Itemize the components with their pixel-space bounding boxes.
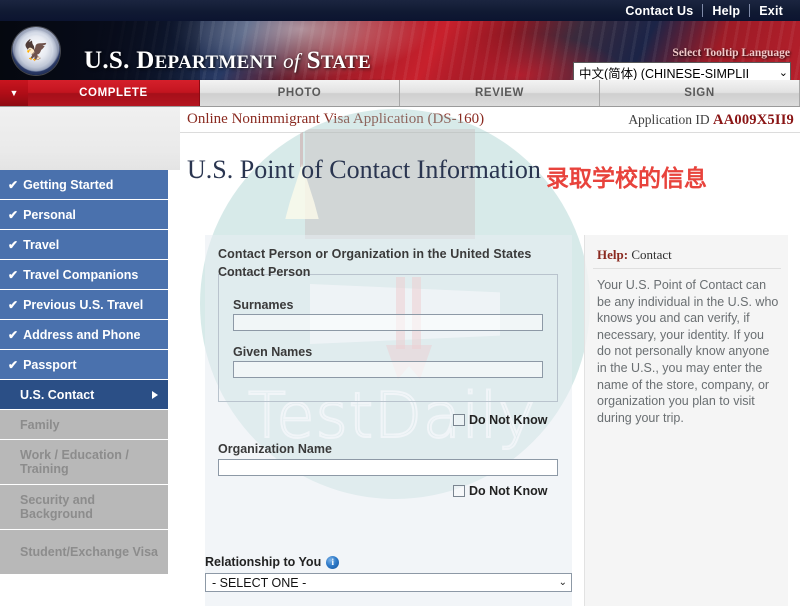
sidebar-top-spacer [0,107,180,170]
contact-form-panel: Contact Person or Organization in the Un… [205,235,572,606]
contact-person-legend: Contact Person [218,265,311,279]
sidebar-item-label: Getting Started [23,177,114,192]
sidebar-item-travel-companions[interactable]: ✔ Travel Companions [0,260,168,289]
sidebar-item-label: Travel [23,237,60,252]
check-icon: ✔ [8,297,19,312]
sidebar-item-us-contact[interactable]: U.S. Contact [0,380,168,409]
sidebar-item-label: Security and Background [20,493,96,521]
given-names-input[interactable] [233,361,543,378]
application-id: Application ID AA009X5II9 [628,112,794,129]
do-not-know-org-label: Do Not Know [469,484,548,498]
language-selector-label: Select Tooltip Language [672,47,790,59]
organization-name-label: Organization Name [218,442,332,456]
progress-tabbar: ▼ COMPLETE PHOTO REVIEW SIGN [0,80,800,107]
contact-person-fieldset [218,274,558,402]
help-title-topic: Contact [631,247,672,262]
section-title: Contact Person or Organization in the Un… [218,247,532,261]
sidebar-item-student-exchange-visa[interactable]: Student/Exchange Visa [0,530,168,574]
help-divider [593,268,781,269]
do-not-know-person-label: Do Not Know [469,413,548,427]
check-icon: ✔ [8,267,19,282]
ds160-application-page: Contact Us Help Exit 🦅 U.S. DEPARTMENT o… [0,0,800,606]
application-title: Online Nonimmigrant Visa Application (DS… [187,111,485,127]
language-select-value: 中文(简体) (CHINESE-SIMPLII [579,66,750,81]
tab-complete[interactable]: COMPLETE [28,80,200,106]
check-icon: ✔ [8,357,19,372]
sidebar-item-previous-us-travel[interactable]: ✔ Previous U.S. Travel [0,290,168,319]
application-header: Online Nonimmigrant Visa Application (DS… [180,107,800,133]
relationship-label: Relationship to You i [205,555,340,569]
sidebar-item-label: Personal [23,207,76,222]
check-icon: ✔ [8,177,19,192]
given-names-label: Given Names [233,345,313,359]
tab-photo[interactable]: PHOTO [200,80,400,106]
check-icon: ✔ [8,327,19,342]
sidebar-nav: ✔ Getting Started ✔ Personal ✔ Travel ✔ … [0,170,168,575]
department-title: U.S. DEPARTMENT of STATE [84,47,371,74]
sidebar-item-label: U.S. Contact [20,387,95,402]
organization-name-input[interactable] [218,459,558,476]
tab-review[interactable]: REVIEW [400,80,600,106]
relationship-select-value: - SELECT ONE - [212,575,307,590]
sidebar-item-passport[interactable]: ✔ Passport [0,350,168,379]
chevron-down-icon: ⌄ [778,66,788,79]
chevron-right-icon [152,390,158,399]
tab-sign[interactable]: SIGN [600,80,800,106]
contact-us-link[interactable]: Contact Us [616,4,702,18]
check-icon: ✔ [8,237,19,252]
sidebar-item-label: Passport [23,357,77,372]
sidebar-item-work-education-training[interactable]: Work / Education / Training [0,440,168,484]
application-id-value: AA009X5II9 [713,112,794,128]
chinese-annotation: 录取学校的信息 [546,166,707,192]
application-id-label: Application ID [628,112,710,127]
check-icon: ✔ [8,207,19,222]
surnames-label: Surnames [233,298,294,312]
utility-bar: Contact Us Help Exit [0,0,800,21]
site-banner: 🦅 U.S. DEPARTMENT of STATE CONSULAR ELEC… [0,21,800,80]
sidebar-item-getting-started[interactable]: ✔ Getting Started [0,170,168,199]
relationship-select[interactable]: - SELECT ONE - ⌄ [205,573,572,592]
help-title: Help: Contact [597,247,672,263]
help-body-text: Your U.S. Point of Contact can be any in… [597,278,779,425]
sidebar-item-family[interactable]: Family [0,410,168,439]
sidebar-item-label: Previous U.S. Travel [23,297,144,312]
tab-dropdown-arrow-icon[interactable]: ▼ [0,80,28,106]
do-not-know-person-checkbox[interactable]: Do Not Know [453,413,547,427]
sidebar-item-security-and-background[interactable]: Security and Background [0,485,168,529]
tooltip-language-select[interactable]: 中文(简体) (CHINESE-SIMPLII ⌄ [573,62,791,80]
checkbox-icon[interactable] [453,485,465,497]
sidebar-item-label: Student/Exchange Visa [20,545,159,559]
help-panel: Help: Contact Your U.S. Point of Contact… [584,235,788,606]
sidebar-item-personal[interactable]: ✔ Personal [0,200,168,229]
do-not-know-org-checkbox[interactable]: Do Not Know [453,484,547,498]
help-link[interactable]: Help [703,4,749,18]
sidebar-item-travel[interactable]: ✔ Travel [0,230,168,259]
main-content: Online Nonimmigrant Visa Application (DS… [180,107,800,606]
sidebar-item-label: Travel Companions [23,267,139,282]
sidebar-item-address-and-phone[interactable]: ✔ Address and Phone [0,320,168,349]
sidebar-item-label: Address and Phone [23,327,141,342]
sidebar-item-label: Work / Education / Training [20,448,129,476]
help-title-prefix: Help: [597,247,629,262]
sidebar: ✔ Getting Started ✔ Personal ✔ Travel ✔ … [0,107,180,606]
sidebar-item-label: Family [20,417,60,432]
checkbox-icon[interactable] [453,414,465,426]
relationship-label-text: Relationship to You [205,555,322,569]
page-title: U.S. Point of Contact Information [187,155,541,184]
exit-link[interactable]: Exit [750,4,792,18]
surnames-input[interactable] [233,314,543,331]
eagle-glyph: 🦅 [23,40,49,62]
chevron-down-icon: ⌄ [558,577,567,588]
info-icon[interactable]: i [326,555,340,569]
great-seal-icon: 🦅 [12,27,60,75]
